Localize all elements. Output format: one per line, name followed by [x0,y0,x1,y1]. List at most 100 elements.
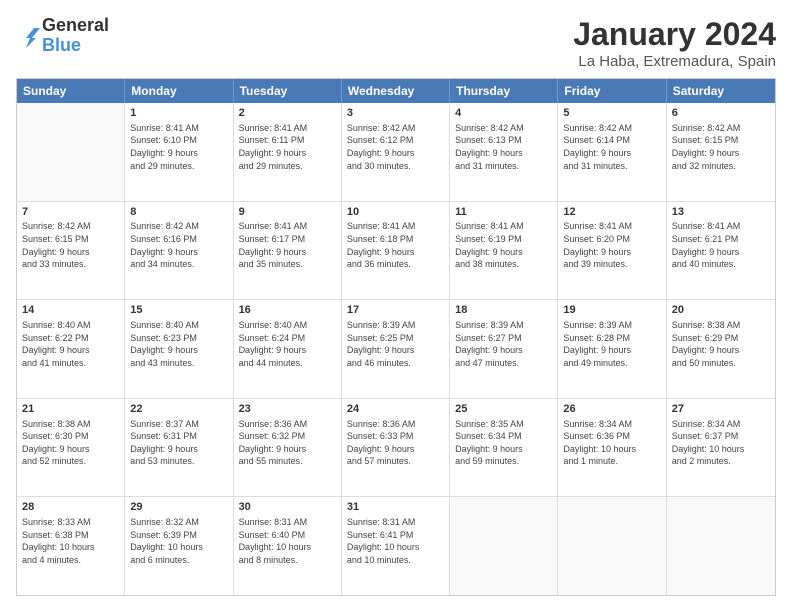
day-info: Sunrise: 8:31 AM Sunset: 6:40 PM Dayligh… [239,516,336,566]
day-info: Sunrise: 8:40 AM Sunset: 6:23 PM Dayligh… [130,319,227,369]
day-number: 13 [672,205,770,220]
day-number: 26 [563,402,660,417]
day-cell-19: 19Sunrise: 8:39 AM Sunset: 6:28 PM Dayli… [558,300,666,398]
empty-cell-4-5 [558,497,666,595]
calendar-row-4: 28Sunrise: 8:33 AM Sunset: 6:38 PM Dayli… [17,497,775,595]
day-cell-11: 11Sunrise: 8:41 AM Sunset: 6:19 PM Dayli… [450,202,558,300]
day-number: 18 [455,303,552,318]
day-cell-10: 10Sunrise: 8:41 AM Sunset: 6:18 PM Dayli… [342,202,450,300]
day-cell-14: 14Sunrise: 8:40 AM Sunset: 6:22 PM Dayli… [17,300,125,398]
header-day-thursday: Thursday [450,79,558,103]
day-number: 4 [455,106,552,121]
day-number: 6 [672,106,770,121]
calendar: SundayMondayTuesdayWednesdayThursdayFrid… [16,78,776,596]
header-day-friday: Friday [558,79,666,103]
day-number: 28 [22,500,119,515]
day-number: 5 [563,106,660,121]
page: General Blue January 2024 La Haba, Extre… [0,0,792,612]
day-cell-7: 7Sunrise: 8:42 AM Sunset: 6:15 PM Daylig… [17,202,125,300]
day-number: 25 [455,402,552,417]
day-cell-2: 2Sunrise: 8:41 AM Sunset: 6:11 PM Daylig… [234,103,342,201]
day-cell-17: 17Sunrise: 8:39 AM Sunset: 6:25 PM Dayli… [342,300,450,398]
header-day-wednesday: Wednesday [342,79,450,103]
day-cell-22: 22Sunrise: 8:37 AM Sunset: 6:31 PM Dayli… [125,399,233,497]
day-cell-18: 18Sunrise: 8:39 AM Sunset: 6:27 PM Dayli… [450,300,558,398]
month-title: January 2024 [573,16,776,53]
day-number: 9 [239,205,336,220]
day-info: Sunrise: 8:37 AM Sunset: 6:31 PM Dayligh… [130,418,227,468]
empty-cell-4-6 [667,497,775,595]
day-cell-9: 9Sunrise: 8:41 AM Sunset: 6:17 PM Daylig… [234,202,342,300]
day-cell-15: 15Sunrise: 8:40 AM Sunset: 6:23 PM Dayli… [125,300,233,398]
day-cell-25: 25Sunrise: 8:35 AM Sunset: 6:34 PM Dayli… [450,399,558,497]
day-number: 19 [563,303,660,318]
day-info: Sunrise: 8:41 AM Sunset: 6:19 PM Dayligh… [455,220,552,270]
day-cell-20: 20Sunrise: 8:38 AM Sunset: 6:29 PM Dayli… [667,300,775,398]
day-info: Sunrise: 8:41 AM Sunset: 6:11 PM Dayligh… [239,122,336,172]
day-number: 24 [347,402,444,417]
day-cell-13: 13Sunrise: 8:41 AM Sunset: 6:21 PM Dayli… [667,202,775,300]
day-number: 15 [130,303,227,318]
day-info: Sunrise: 8:41 AM Sunset: 6:20 PM Dayligh… [563,220,660,270]
day-info: Sunrise: 8:42 AM Sunset: 6:15 PM Dayligh… [672,122,770,172]
day-info: Sunrise: 8:39 AM Sunset: 6:28 PM Dayligh… [563,319,660,369]
location: La Haba, Extremadura, Spain [573,53,776,70]
header-day-sunday: Sunday [17,79,125,103]
day-info: Sunrise: 8:42 AM Sunset: 6:13 PM Dayligh… [455,122,552,172]
header-day-tuesday: Tuesday [234,79,342,103]
logo: General Blue [16,16,109,56]
day-cell-24: 24Sunrise: 8:36 AM Sunset: 6:33 PM Dayli… [342,399,450,497]
day-cell-1: 1Sunrise: 8:41 AM Sunset: 6:10 PM Daylig… [125,103,233,201]
day-info: Sunrise: 8:39 AM Sunset: 6:25 PM Dayligh… [347,319,444,369]
day-number: 29 [130,500,227,515]
empty-cell-4-4 [450,497,558,595]
day-info: Sunrise: 8:34 AM Sunset: 6:36 PM Dayligh… [563,418,660,468]
day-cell-23: 23Sunrise: 8:36 AM Sunset: 6:32 PM Dayli… [234,399,342,497]
day-number: 31 [347,500,444,515]
logo-general-text: General [42,16,109,36]
day-cell-16: 16Sunrise: 8:40 AM Sunset: 6:24 PM Dayli… [234,300,342,398]
day-info: Sunrise: 8:41 AM Sunset: 6:17 PM Dayligh… [239,220,336,270]
header-day-saturday: Saturday [667,79,775,103]
day-number: 30 [239,500,336,515]
day-info: Sunrise: 8:31 AM Sunset: 6:41 PM Dayligh… [347,516,444,566]
day-number: 17 [347,303,444,318]
day-number: 14 [22,303,119,318]
day-cell-30: 30Sunrise: 8:31 AM Sunset: 6:40 PM Dayli… [234,497,342,595]
day-number: 20 [672,303,770,318]
logo-blue-text: Blue [42,36,109,56]
day-number: 10 [347,205,444,220]
day-info: Sunrise: 8:40 AM Sunset: 6:22 PM Dayligh… [22,319,119,369]
calendar-row-3: 21Sunrise: 8:38 AM Sunset: 6:30 PM Dayli… [17,399,775,498]
day-info: Sunrise: 8:42 AM Sunset: 6:12 PM Dayligh… [347,122,444,172]
day-number: 2 [239,106,336,121]
day-info: Sunrise: 8:41 AM Sunset: 6:18 PM Dayligh… [347,220,444,270]
day-info: Sunrise: 8:33 AM Sunset: 6:38 PM Dayligh… [22,516,119,566]
day-number: 3 [347,106,444,121]
header-day-monday: Monday [125,79,233,103]
day-info: Sunrise: 8:40 AM Sunset: 6:24 PM Dayligh… [239,319,336,369]
day-info: Sunrise: 8:39 AM Sunset: 6:27 PM Dayligh… [455,319,552,369]
day-cell-12: 12Sunrise: 8:41 AM Sunset: 6:20 PM Dayli… [558,202,666,300]
day-number: 27 [672,402,770,417]
day-info: Sunrise: 8:34 AM Sunset: 6:37 PM Dayligh… [672,418,770,468]
calendar-row-2: 14Sunrise: 8:40 AM Sunset: 6:22 PM Dayli… [17,300,775,399]
day-info: Sunrise: 8:42 AM Sunset: 6:15 PM Dayligh… [22,220,119,270]
day-info: Sunrise: 8:42 AM Sunset: 6:16 PM Dayligh… [130,220,227,270]
day-cell-4: 4Sunrise: 8:42 AM Sunset: 6:13 PM Daylig… [450,103,558,201]
day-cell-26: 26Sunrise: 8:34 AM Sunset: 6:36 PM Dayli… [558,399,666,497]
empty-cell-0-0 [17,103,125,201]
calendar-row-1: 7Sunrise: 8:42 AM Sunset: 6:15 PM Daylig… [17,202,775,301]
day-info: Sunrise: 8:35 AM Sunset: 6:34 PM Dayligh… [455,418,552,468]
day-info: Sunrise: 8:38 AM Sunset: 6:29 PM Dayligh… [672,319,770,369]
day-info: Sunrise: 8:41 AM Sunset: 6:10 PM Dayligh… [130,122,227,172]
day-info: Sunrise: 8:41 AM Sunset: 6:21 PM Dayligh… [672,220,770,270]
day-number: 7 [22,205,119,220]
day-number: 21 [22,402,119,417]
day-number: 1 [130,106,227,121]
day-cell-8: 8Sunrise: 8:42 AM Sunset: 6:16 PM Daylig… [125,202,233,300]
header: General Blue January 2024 La Haba, Extre… [16,16,776,70]
day-cell-29: 29Sunrise: 8:32 AM Sunset: 6:39 PM Dayli… [125,497,233,595]
day-number: 12 [563,205,660,220]
day-cell-27: 27Sunrise: 8:34 AM Sunset: 6:37 PM Dayli… [667,399,775,497]
